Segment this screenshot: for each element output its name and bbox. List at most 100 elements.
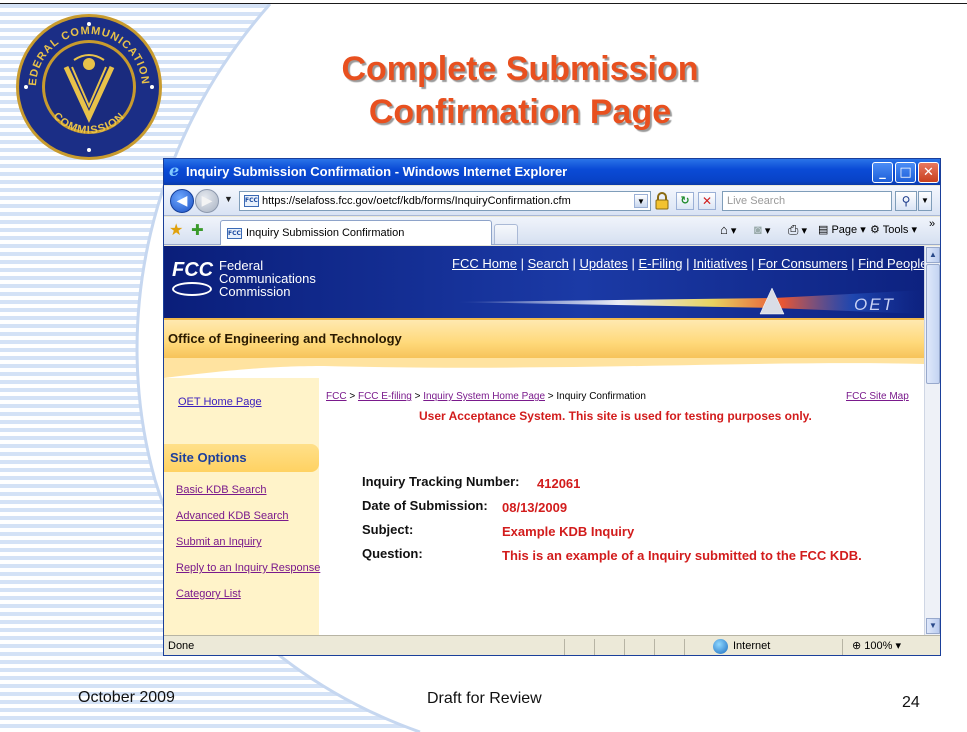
scroll-up-icon[interactable]: ▲ [926, 247, 940, 263]
slide-title-line1: Complete Submission [341, 50, 699, 88]
scroll-down-icon[interactable]: ▼ [926, 618, 940, 634]
search-input[interactable]: Live Search [722, 191, 892, 211]
stop-icon[interactable]: ✕ [698, 192, 716, 210]
breadcrumb-current: Inquiry Confirmation [556, 391, 646, 402]
banner-wave [164, 358, 924, 378]
address-url: https://selafoss.fcc.gov/oetcf/kdb/forms… [262, 195, 571, 207]
page-icon: FCC [244, 195, 259, 207]
zoom-value: 100% [864, 640, 893, 652]
nav-updates[interactable]: Updates [579, 256, 627, 271]
oet-mark: OET [854, 295, 895, 314]
sidebar-item-reply-inquiry[interactable]: Reply to an Inquiry Response [176, 562, 320, 575]
tracking-number-value: 412061 [537, 476, 581, 491]
new-tab-button[interactable] [494, 224, 518, 244]
search-icon[interactable]: ⚲ [895, 191, 917, 211]
nav-find-people[interactable]: Find People [858, 256, 924, 271]
breadcrumb-fcc[interactable]: FCC [326, 391, 347, 402]
print-icon[interactable]: ⎙ ▾ [788, 223, 807, 238]
nav-e-filing[interactable]: E-Filing [638, 256, 682, 271]
page-viewport: FCC Federal Communications Commission FC… [164, 246, 924, 635]
site-options-header: Site Options [164, 444, 319, 472]
tools-menu[interactable]: ⚙ Tools ▾ [870, 223, 917, 237]
slide-title: Complete Submission Confirmation Page [300, 48, 740, 134]
status-divider [684, 639, 685, 655]
tools-menu-label: Tools [882, 224, 909, 236]
back-button[interactable]: ◀ [170, 189, 194, 213]
window-titlebar[interactable]: e Inquiry Submission Confirmation - Wind… [164, 159, 940, 185]
vertical-scrollbar[interactable]: ▲ ▼ [924, 246, 940, 635]
close-button[interactable]: ✕ [918, 162, 939, 183]
lock-icon[interactable] [654, 192, 670, 210]
nav-for-consumers[interactable]: For Consumers [758, 256, 848, 271]
favorites-star-icon[interactable]: ★ [169, 221, 183, 239]
status-divider [624, 639, 625, 655]
page-menu-label: Page [831, 224, 858, 236]
left-sidebar: OET Home Page Site Options Basic KDB Sea… [164, 378, 320, 635]
tab-page-icon: FCC [227, 228, 242, 239]
fcc-seal-icon: FEDERAL COMMUNICATIONS COMMISSION [14, 12, 162, 160]
add-favorite-icon[interactable]: ✚ [191, 221, 204, 239]
page-menu[interactable]: ▤ Page ▾ [818, 223, 866, 237]
sidebar-item-advanced-kdb-search[interactable]: Advanced KDB Search [176, 510, 289, 523]
site-map-link[interactable]: FCC Site Map [846, 391, 909, 403]
security-zone[interactable]: Internet [733, 640, 770, 653]
ie-logo-icon: e [169, 161, 180, 180]
address-bar[interactable]: FCC https://selafoss.fcc.gov/oetcf/kdb/f… [239, 191, 651, 211]
nav-search[interactable]: Search [528, 256, 569, 271]
footer-date: October 2009 [78, 689, 175, 706]
nav-fcc-home[interactable]: FCC Home [452, 256, 517, 271]
search-options-icon[interactable]: ▼ [918, 191, 932, 211]
top-nav: FCC Home | Search | Updates | E-Filing |… [452, 256, 924, 271]
home-icon[interactable]: ⌂ ▾ [720, 223, 736, 238]
maximize-button[interactable]: □ [895, 162, 916, 183]
status-divider [654, 639, 655, 655]
tracking-number-label: Inquiry Tracking Number: [362, 474, 520, 489]
subject-value: Example KDB Inquiry [502, 524, 635, 539]
sidebar-item-basic-kdb-search[interactable]: Basic KDB Search [176, 484, 266, 497]
address-toolbar: ◀ ▶ ▼ FCC https://selafoss.fcc.gov/oetcf… [164, 186, 940, 216]
fcc-agency-name: Federal Communications Commission [219, 259, 316, 298]
subject-label: Subject: [362, 522, 414, 537]
breadcrumb-fcc-efiling[interactable]: FCC E-filing [358, 391, 412, 402]
office-title: Office of Engineering and Technology [168, 331, 402, 346]
refresh-icon[interactable]: ↻ [676, 192, 694, 210]
browser-window: e Inquiry Submission Confirmation - Wind… [163, 158, 941, 656]
history-dropdown-icon[interactable]: ▼ [224, 194, 233, 204]
status-divider [842, 639, 843, 655]
question-label: Question: [362, 546, 423, 561]
question-value: This is an example of a Inquiry submitte… [502, 548, 862, 563]
nav-initiatives[interactable]: Initiatives [693, 256, 747, 271]
toolbar-overflow-icon[interactable]: » [929, 217, 935, 231]
uat-notice: User Acceptance System. This site is use… [419, 409, 812, 423]
fcc-logo-oval-icon [172, 282, 212, 296]
fcc-logo[interactable]: FCC [172, 260, 213, 280]
breadcrumb: FCC > FCC E-filing > Inquiry System Home… [326, 391, 646, 402]
zoom-level[interactable]: ⊕ 100% ▾ [852, 640, 901, 653]
footer-draft: Draft for Review [427, 690, 542, 707]
internet-zone-icon [713, 639, 728, 654]
address-dropdown-icon[interactable]: ▼ [634, 194, 648, 208]
feeds-icon[interactable]: ◙ ▾ [754, 223, 770, 238]
status-text: Done [168, 640, 195, 652]
site-options-title: Site Options [170, 450, 247, 465]
oet-home-link[interactable]: OET Home Page [178, 396, 262, 409]
date-label: Date of Submission: [362, 498, 488, 513]
minimize-button[interactable]: _ [872, 162, 893, 183]
sidebar-item-submit-inquiry[interactable]: Submit an Inquiry [176, 536, 262, 549]
page-number: 24 [902, 694, 920, 711]
status-divider [564, 639, 565, 655]
slide-top-rule [0, 3, 967, 4]
fcc-header: FCC Federal Communications Commission FC… [164, 246, 924, 318]
scroll-thumb[interactable] [926, 264, 940, 384]
tab-label: Inquiry Submission Confirmation [246, 227, 405, 239]
agency-line3: Commission [219, 284, 291, 299]
status-divider [594, 639, 595, 655]
sidebar-item-category-list[interactable]: Category List [176, 588, 241, 601]
slide-title-line2: Confirmation Page [368, 93, 672, 131]
window-title: Inquiry Submission Confirmation - Window… [186, 164, 568, 179]
breadcrumb-inquiry-home[interactable]: Inquiry System Home Page [423, 391, 545, 402]
office-banner: Office of Engineering and Technology [164, 318, 924, 358]
tab-inquiry-confirmation[interactable]: FCC Inquiry Submission Confirmation [220, 220, 492, 245]
forward-button[interactable]: ▶ [195, 189, 219, 213]
status-bar: Done Internet ⊕ 100% ▾ [164, 635, 940, 655]
